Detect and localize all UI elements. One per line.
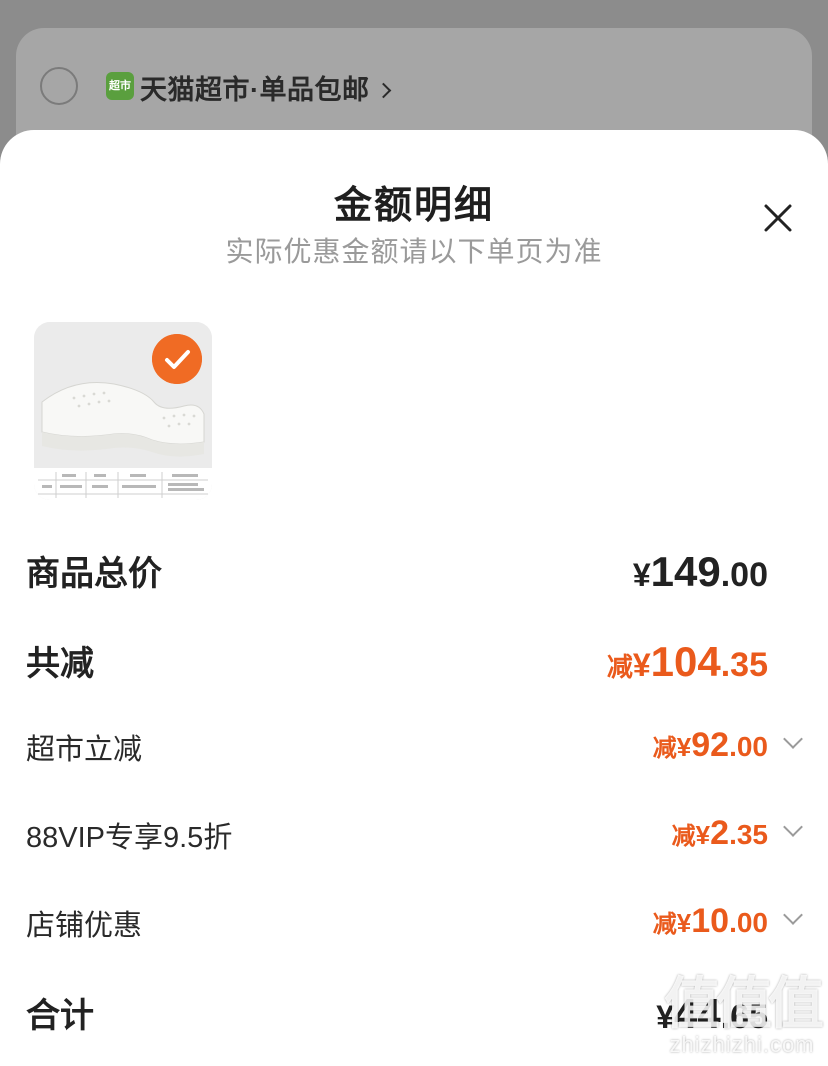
amount-integer: 2 (710, 814, 730, 852)
currency-symbol: ¥ (632, 647, 651, 683)
discount-prefix: 减 (606, 652, 633, 682)
row-store-discount[interactable]: 店铺优惠 减¥10.00 (26, 902, 803, 942)
currency-symbol: ¥ (695, 820, 711, 850)
row-sum: 合计 ¥44.65 (26, 988, 768, 1038)
row-supermarket-discount[interactable]: 超市立减 减¥92.00 (26, 726, 803, 766)
amount-integer: 104 (650, 638, 721, 685)
total-discount-value: 减¥104.35 (607, 638, 768, 686)
watermark-logo: 值值值 (664, 972, 824, 1035)
chevron-down-icon[interactable] (783, 729, 803, 749)
close-icon[interactable] (762, 202, 794, 234)
checkmark-icon[interactable] (152, 334, 202, 384)
store-name: 天猫超市·单品包邮 (140, 75, 370, 105)
select-radio[interactable] (40, 67, 78, 105)
row-vip-discount[interactable]: 88VIP专享9.5折 减¥2.35 (26, 814, 803, 854)
amount-integer: 149 (650, 548, 721, 595)
row-total-discount: 共减 减¥104.35 (26, 636, 768, 686)
vip-discount-label: 88VIP专享9.5折 (26, 822, 233, 854)
store-discount-value: 减¥10.00 (653, 902, 768, 941)
site-watermark: 值值值 zhizhizhi.com (664, 972, 824, 1058)
store-discount-label: 店铺优惠 (26, 910, 143, 942)
amount-decimal: .00 (720, 556, 768, 594)
amount-decimal: .35 (720, 646, 768, 684)
amount-decimal: .35 (729, 819, 768, 850)
sheet-title: 金额明细 (333, 185, 494, 227)
sheet-subtitle: 实际优惠金额请以下单页为准 (225, 236, 603, 267)
vip-discount-value: 减¥2.35 (672, 814, 768, 853)
chevron-right-icon (375, 82, 391, 99)
price-detail-sheet: 金额明细 实际优惠金额请以下单页为准 商品总价 ¥149.00 共减 减¥104… (0, 130, 828, 1066)
currency-symbol: ¥ (676, 732, 692, 762)
supermarket-discount-value: 减¥92.00 (653, 726, 768, 765)
sum-label: 合计 (26, 997, 94, 1035)
currency-symbol: ¥ (676, 908, 692, 938)
currency-symbol: ¥ (632, 557, 651, 593)
chevron-down-icon[interactable] (783, 905, 803, 925)
watermark-url: zhizhizhi.com (669, 1032, 815, 1057)
supermarket-discount-label: 超市立减 (26, 734, 143, 766)
amount-integer: 10 (691, 902, 730, 940)
row-total-price: 商品总价 ¥149.00 (26, 546, 768, 596)
chevron-down-icon[interactable] (783, 817, 803, 837)
amount-decimal: .00 (729, 731, 768, 762)
discount-prefix: 减 (652, 911, 677, 938)
total-discount-label: 共减 (26, 645, 94, 683)
total-price-label: 商品总价 (26, 555, 162, 593)
discount-prefix: 减 (652, 735, 677, 762)
tmall-supermarket-logo: 超市 (106, 72, 134, 100)
store-link[interactable]: 天猫超市·单品包邮 (140, 68, 391, 107)
total-price-value: ¥149.00 (633, 548, 768, 596)
amount-decimal: .00 (729, 907, 768, 938)
amount-integer: 92 (691, 726, 730, 764)
discount-prefix: 减 (671, 823, 696, 850)
